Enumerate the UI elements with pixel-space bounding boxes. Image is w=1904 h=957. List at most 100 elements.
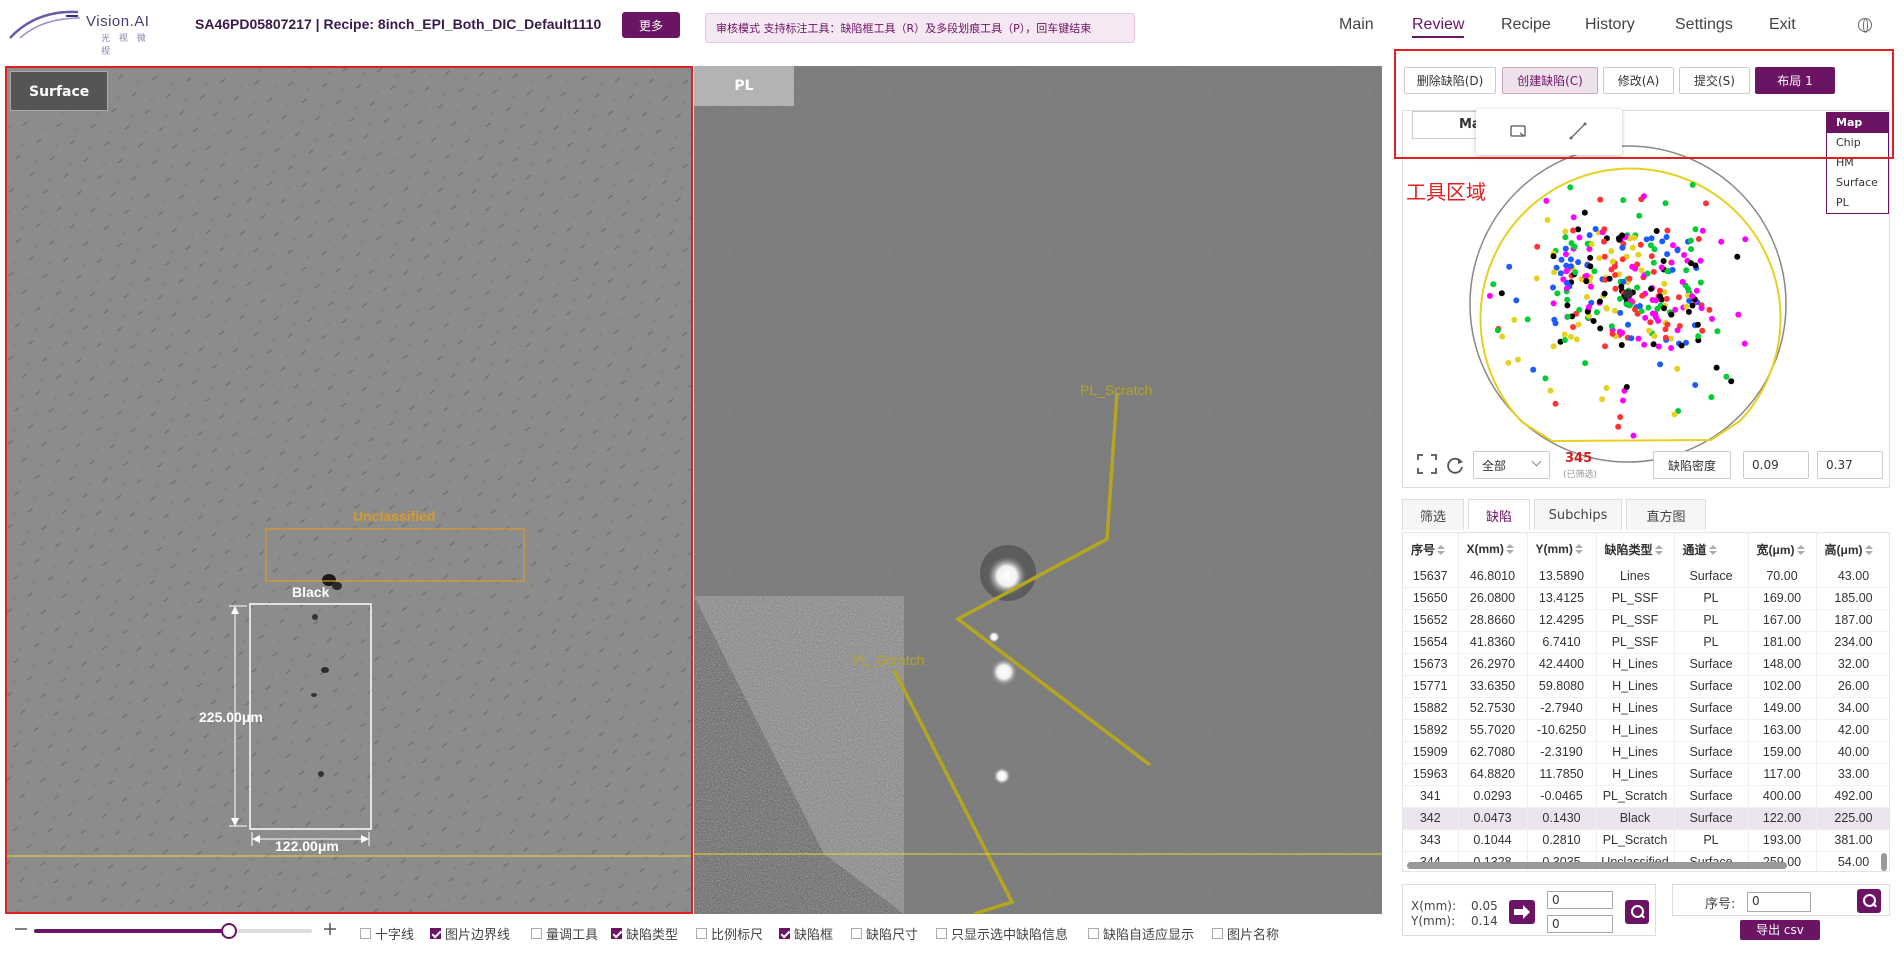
wafer-defect-dot[interactable] [1676, 294, 1682, 301]
option-0-checkbox[interactable]: 十字线 [360, 924, 414, 943]
wafer-defect-dot[interactable] [1611, 307, 1618, 314]
table-row[interactable]: 15637 46.8010 13.5890 Lines Surface 70.00 43.0… [1403, 565, 1889, 588]
wafer-defect-dot[interactable] [1583, 272, 1590, 279]
wafer-defect-dot[interactable] [1640, 193, 1647, 200]
wafer-defect-dot[interactable] [1634, 284, 1641, 291]
wafer-defect-dot[interactable] [1637, 241, 1644, 248]
sort-icon[interactable] [1654, 544, 1663, 556]
wafer-defect-dot[interactable] [1650, 341, 1657, 348]
wafer-defect-dot[interactable] [1645, 304, 1652, 311]
coord-search-icon[interactable] [1625, 900, 1649, 924]
tab-defects[interactable]: 缺陷 [1468, 499, 1530, 530]
wafer-defect-dot[interactable] [1632, 306, 1638, 313]
wafer-defect-dot[interactable] [1681, 252, 1688, 258]
layout-option-pl[interactable]: PL [1827, 193, 1888, 213]
goto-arrow-icon[interactable] [1509, 900, 1535, 924]
wafer-defect-dot[interactable] [1697, 279, 1704, 286]
wafer-defect-dot[interactable] [1657, 361, 1664, 368]
wafer-defect-dot[interactable] [1694, 321, 1701, 328]
wafer-defect-dot[interactable] [1659, 238, 1666, 245]
wafer-defect-dot[interactable] [1742, 236, 1749, 243]
wafer-defect-dot[interactable] [1608, 323, 1615, 330]
wafer-defect-dot[interactable] [1586, 304, 1592, 310]
wafer-defect-dot[interactable] [1664, 321, 1671, 328]
wafer-defect-dot[interactable] [1618, 283, 1625, 290]
wafer-defect-dot[interactable] [1668, 259, 1675, 266]
wafer-defect-dot[interactable] [1511, 316, 1518, 323]
wafer-defect-dot[interactable] [1664, 251, 1671, 258]
wafer-defect-dot[interactable] [1544, 217, 1551, 223]
wafer-defect-dot[interactable] [1550, 253, 1557, 260]
wafer-defect-dot[interactable] [1644, 270, 1651, 277]
nav-review[interactable]: Review [1412, 16, 1465, 38]
wafer-defect-dot[interactable] [1618, 342, 1625, 348]
wafer-defect-dot[interactable] [1683, 303, 1690, 310]
wafer-defect-dot[interactable] [1581, 209, 1588, 216]
unchecked-box-icon[interactable] [696, 928, 707, 939]
wafer-defect-dot[interactable] [1609, 330, 1616, 337]
wafer-defect-dot[interactable] [1564, 302, 1571, 309]
option-7-checkbox[interactable]: 只显示选中缺陷信息 [936, 924, 1068, 943]
wafer-defect-dot[interactable] [1661, 280, 1668, 287]
wafer-defect-dot[interactable] [1608, 266, 1615, 273]
option-6-checkbox[interactable]: 缺陷尺寸 [851, 924, 918, 943]
wafer-defect-dot[interactable] [1668, 335, 1675, 342]
wafer-defect-dot[interactable] [1635, 251, 1642, 258]
wafer-defect-dot[interactable] [1562, 234, 1569, 241]
table-row[interactable]: 343 0.1044 0.2810 PL_Scratch PL 193.00 381.00 [1403, 829, 1889, 852]
table-row[interactable]: 342 0.0473 0.1430 Black Surface 122.00 225.00 [1403, 807, 1889, 830]
wafer-defect-dot[interactable] [1601, 226, 1608, 233]
wafer-defect-dot[interactable] [1570, 227, 1577, 234]
wafer-defect-dot[interactable] [1587, 263, 1594, 270]
table-row[interactable]: 15892 55.7020 -10.6250 H_Lines Surface 163.00… [1403, 719, 1889, 742]
wafer-defect-dot[interactable] [1647, 319, 1654, 326]
wafer-defect-dot[interactable] [1568, 333, 1574, 340]
density-input-1[interactable]: 0.09 [1743, 451, 1809, 479]
wafer-defect-dot[interactable] [1612, 285, 1619, 292]
sort-icon[interactable] [1708, 544, 1717, 556]
wafer-defect-dot[interactable] [1599, 396, 1606, 403]
wafer-defect-dot[interactable] [1573, 336, 1580, 343]
table-row[interactable]: 341 0.0293 -0.0465 PL_Scratch Surface 400.00 4… [1403, 785, 1889, 808]
sort-icon[interactable] [1505, 544, 1514, 555]
zoom-in-icon[interactable] [323, 922, 337, 936]
table-row[interactable]: 15654 41.8360 6.7410 PL_SSF PL 181.00 234.00 [1403, 631, 1889, 654]
option-8-checkbox[interactable]: 缺陷自适应显示 [1088, 924, 1194, 943]
wafer-defect-dot[interactable] [1570, 214, 1577, 221]
wafer-defect-dot[interactable] [1697, 257, 1704, 264]
wafer-defect-dot[interactable] [1586, 232, 1593, 239]
wafer-defect-dot[interactable] [1557, 270, 1564, 277]
wafer-defect-dot[interactable] [1498, 290, 1505, 297]
unchecked-box-icon[interactable] [1088, 928, 1099, 939]
wafer-defect-dot[interactable] [1619, 256, 1626, 263]
wafer-defect-dot[interactable] [1554, 290, 1561, 297]
sort-icon[interactable] [1864, 544, 1873, 556]
wafer-defect-dot[interactable] [1653, 314, 1659, 321]
layout-option-surface[interactable]: Surface [1827, 173, 1888, 193]
table-row[interactable]: 15652 28.8660 12.4295 PL_SSF PL 167.00 187.00 [1403, 609, 1889, 632]
wafer-defect-dot[interactable] [1735, 311, 1742, 318]
wafer-defect-dot[interactable] [1558, 256, 1565, 263]
nav-history[interactable]: History [1585, 16, 1635, 34]
wafer-defect-dot[interactable] [1570, 324, 1576, 330]
wafer-defect-dot[interactable] [1584, 293, 1590, 300]
wafer-defect-dot[interactable] [1734, 253, 1741, 260]
wafer-defect-dot[interactable] [1648, 253, 1655, 260]
wafer-defect-dot[interactable] [1615, 423, 1622, 430]
wafer-defect-dot[interactable] [1671, 411, 1678, 418]
wafer-defect-dot[interactable] [1552, 320, 1559, 327]
header-type[interactable]: 缺陷类型 [1596, 533, 1675, 565]
wafer-defect-dot[interactable] [1723, 373, 1730, 380]
wafer-defect-dot[interactable] [1597, 298, 1603, 305]
option-4-checkbox[interactable]: 比例标尺 [696, 924, 763, 943]
wafer-defect-dot[interactable] [1620, 397, 1626, 404]
wafer-defect-dot[interactable] [1596, 255, 1603, 262]
wafer-defect-dot[interactable] [1692, 382, 1699, 388]
unchecked-box-icon[interactable] [360, 928, 371, 939]
wafer-defect-dot[interactable] [1728, 378, 1735, 385]
nav-exit[interactable]: Exit [1769, 16, 1796, 34]
option-3-checkbox[interactable]: 缺陷类型 [611, 924, 678, 943]
wafer-defect-dot[interactable] [1576, 306, 1583, 313]
wafer-defect-dot[interactable] [1602, 343, 1608, 350]
more-button[interactable]: 更多 [622, 12, 680, 38]
